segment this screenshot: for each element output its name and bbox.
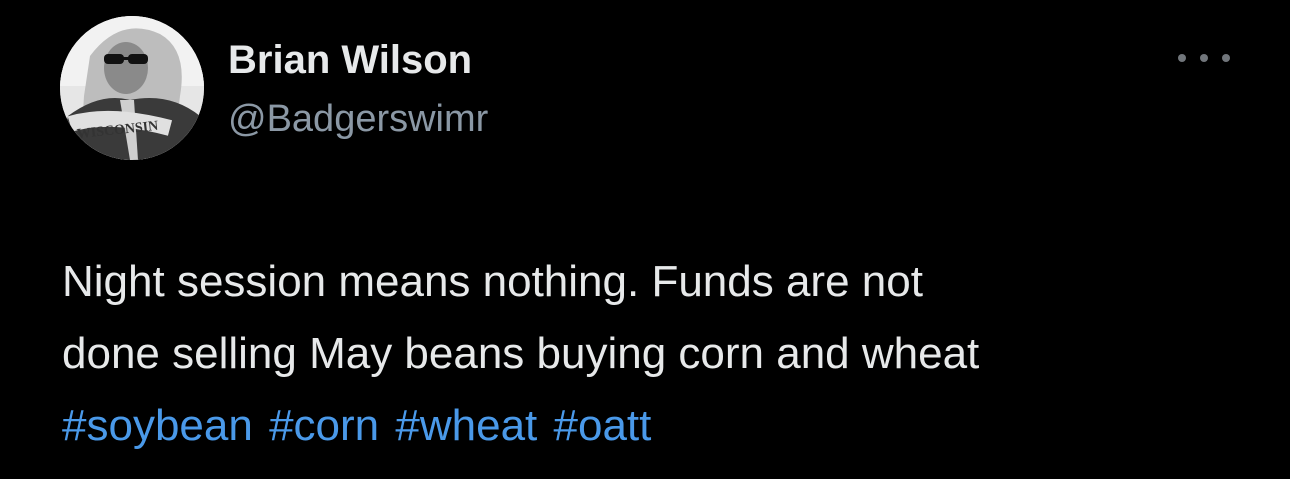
tweet-text-line: done selling May beans buying corn and w… xyxy=(62,329,980,378)
user-handle[interactable]: @Badgerswimr xyxy=(228,96,488,142)
avatar-photo: WISCONSIN xyxy=(60,16,204,160)
tweet-card: WISCONSIN Brian Wilson @Badgerswimr Nigh… xyxy=(0,0,1290,479)
tweet-text: Night session means nothing. Funds are n… xyxy=(62,246,1262,462)
more-horizontal-icon xyxy=(1178,54,1186,62)
more-options-button[interactable] xyxy=(1178,44,1230,72)
hashtag-list: #soybean #corn #wheat #oatt xyxy=(62,390,1262,462)
hashtag-oatt[interactable]: #oatt xyxy=(554,401,652,450)
hashtag-soybean[interactable]: #soybean xyxy=(62,401,253,450)
more-horizontal-icon-dot xyxy=(1222,54,1230,62)
hashtag-wheat[interactable]: #wheat xyxy=(395,401,537,450)
display-name[interactable]: Brian Wilson xyxy=(228,36,472,84)
hashtag-corn[interactable]: #corn xyxy=(269,401,379,450)
more-horizontal-icon-dot xyxy=(1200,54,1208,62)
tweet-text-line: Night session means nothing. Funds are n… xyxy=(62,257,923,306)
avatar[interactable]: WISCONSIN xyxy=(60,16,204,160)
